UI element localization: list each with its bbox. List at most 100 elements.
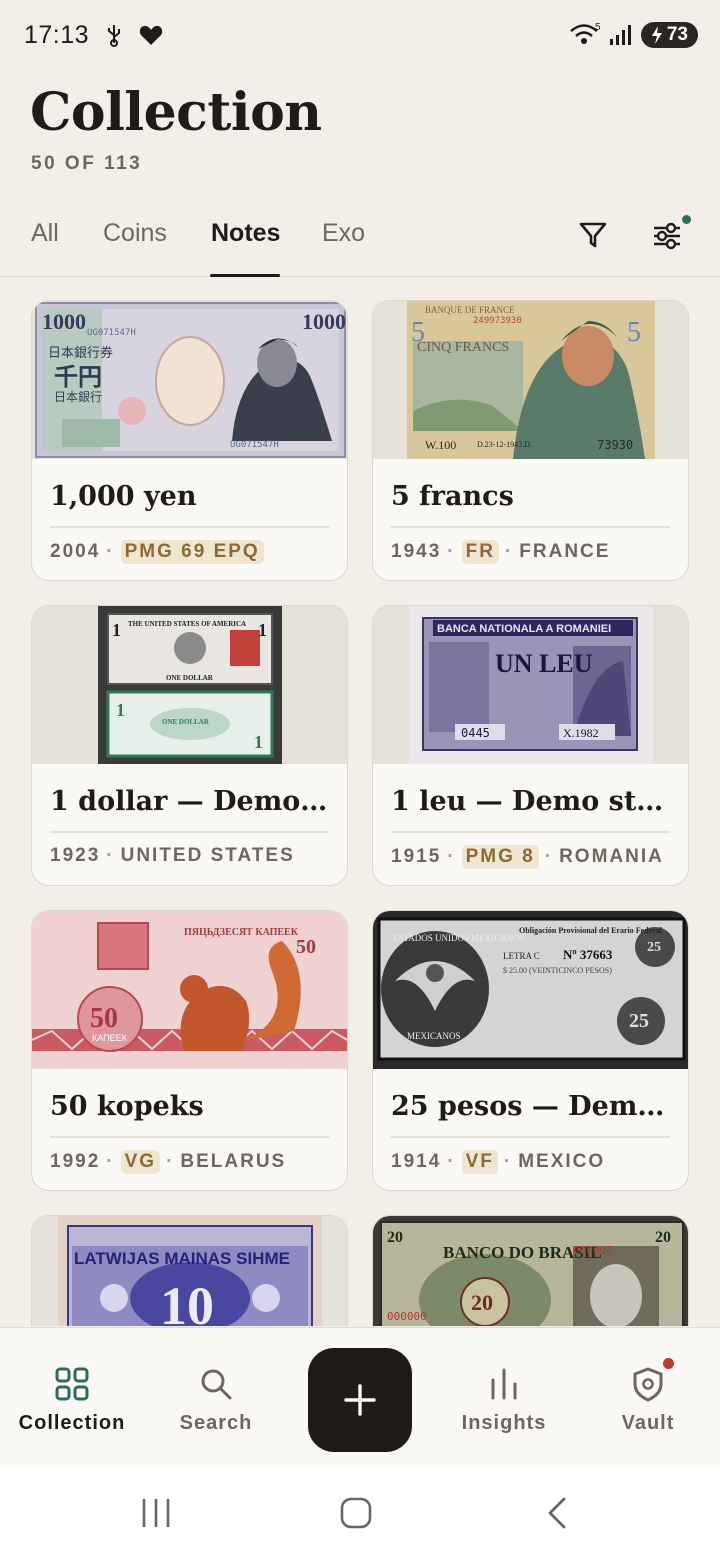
note-image: BANCO DO BRASIL 20 20 20 000000 000000	[373, 1216, 688, 1326]
svg-text:W.100: W.100	[425, 438, 456, 452]
svg-text:1: 1	[254, 732, 263, 752]
note-country: ROMANIA	[559, 846, 664, 867]
note-card[interactable]: LATWIJAS MAINAS SIHME 10	[31, 1215, 348, 1326]
shield-icon	[633, 1367, 663, 1402]
brasil-note-illustration: BANCO DO BRASIL 20 20 20 000000 000000	[373, 1216, 688, 1326]
svg-text:CINQ FRANCS: CINQ FRANCS	[417, 340, 509, 355]
note-year: 2004	[50, 541, 101, 562]
svg-text:25: 25	[629, 1010, 649, 1032]
svg-text:1: 1	[258, 620, 267, 640]
grade-badge: VG	[120, 1150, 161, 1174]
kopeks-note-illustration: ПЯЦЬДЗЕСЯТ КАПЕЕК 50 50 КАПЕЕК	[32, 911, 347, 1069]
nav-vault[interactable]: Vault	[578, 1366, 718, 1435]
divider	[50, 526, 329, 528]
divider	[391, 526, 670, 528]
note-image: THE UNITED STATES OF AMERICA ONE DOLLAR …	[32, 606, 347, 764]
signal-icon	[609, 25, 631, 45]
filter-icon[interactable]	[577, 219, 609, 251]
note-card[interactable]: THE UNITED STATES OF AMERICA ONE DOLLAR …	[31, 605, 348, 886]
nav-insights[interactable]: Insights	[434, 1366, 574, 1435]
tab-all[interactable]: All	[31, 219, 59, 248]
divider	[50, 1136, 329, 1138]
recent-apps-icon[interactable]	[140, 1496, 172, 1530]
note-card[interactable]: BANQUE DE FRANCE 249973930 CINQ FRANCS 5…	[372, 300, 689, 581]
svg-text:X.1982: X.1982	[563, 726, 599, 740]
svg-text:UG071547H: UG071547H	[230, 440, 279, 450]
tab-exo[interactable]: Exo	[322, 219, 365, 248]
note-title: 5 francs	[391, 481, 514, 512]
svg-text:ONE DOLLAR: ONE DOLLAR	[162, 718, 210, 726]
svg-text:千円: 千円	[54, 363, 102, 391]
svg-text:BANCA NATIONALA A ROMANIEI: BANCA NATIONALA A ROMANIEI	[437, 623, 611, 635]
svg-text:1: 1	[116, 700, 125, 720]
svg-text:5: 5	[411, 317, 425, 348]
svg-text:日本銀行券: 日本銀行券	[48, 345, 113, 361]
note-year: 1923	[50, 845, 101, 866]
nav-collection[interactable]: Collection	[2, 1366, 142, 1435]
note-title: 1,000 yen	[50, 481, 197, 512]
vault-alert-dot	[663, 1358, 674, 1369]
svg-text:$ 25.00 (VEINTICINCO PESOS): $ 25.00 (VEINTICINCO PESOS)	[503, 966, 612, 975]
svg-text:5: 5	[627, 317, 641, 348]
note-country: BELARUS	[180, 1151, 287, 1172]
note-card[interactable]: ESTADOS UNIDOS MEXICANOS Obligación Prov…	[372, 910, 689, 1191]
grid-icon	[55, 1367, 89, 1401]
grade-badge: PMG 69 EPQ	[120, 540, 264, 564]
note-year: 1943	[391, 541, 442, 562]
note-image: 1000 1000 UG071547H 日本銀行券 千円 日本銀行 UG0715…	[32, 301, 347, 459]
note-year: 1914	[391, 1151, 442, 1172]
svg-text:КАПЕЕК: КАПЕЕК	[92, 1033, 128, 1043]
note-card[interactable]: ПЯЦЬДЗЕСЯТ КАПЕЕК 50 50 КАПЕЕК 50 kopeks…	[31, 910, 348, 1191]
svg-text:20: 20	[471, 1290, 493, 1315]
svg-text:5: 5	[595, 22, 601, 33]
nav-label: Collection	[18, 1412, 126, 1434]
svg-text:日本銀行: 日本銀行	[54, 390, 102, 404]
collection-count: 50 OF 113	[31, 153, 143, 174]
page-title: Collection	[30, 82, 322, 143]
heart-icon	[139, 25, 163, 45]
latvia-note-illustration: LATWIJAS MAINAS SIHME 10	[58, 1216, 322, 1326]
yen-note-illustration: 1000 1000 UG071547H 日本銀行券 千円 日本銀行 UG0715…	[35, 302, 346, 458]
category-tabs: All Coins Notes Exo	[0, 205, 720, 277]
note-year: 1992	[50, 1151, 101, 1172]
system-navigation-bar	[0, 1468, 720, 1560]
battery-level: 73	[666, 24, 688, 45]
svg-text:1000: 1000	[42, 309, 86, 334]
svg-text:LETRA C: LETRA C	[503, 951, 540, 961]
charging-icon	[651, 26, 662, 44]
svg-text:000000: 000000	[387, 1310, 427, 1323]
note-country: FRANCE	[519, 541, 611, 562]
notes-grid: 1000 1000 UG071547H 日本銀行券 千円 日本銀行 UG0715…	[0, 278, 720, 1326]
note-image: ПЯЦЬДЗЕСЯТ КАПЕЕК 50 50 КАПЕЕК	[32, 911, 347, 1069]
nav-search[interactable]: Search	[146, 1366, 286, 1435]
svg-text:MEXICANOS: MEXICANOS	[407, 1031, 461, 1041]
grade-badge: PMG 8	[461, 845, 539, 869]
note-title: 50 kopeks	[50, 1091, 204, 1122]
svg-text:ONE DOLLAR: ONE DOLLAR	[166, 674, 214, 682]
svg-text:Nº 37663: Nº 37663	[563, 947, 613, 962]
svg-text:ESTADOS UNIDOS MEXICANOS: ESTADOS UNIDOS MEXICANOS	[393, 933, 525, 943]
svg-text:20: 20	[387, 1229, 403, 1246]
sliders-icon[interactable]	[651, 219, 683, 251]
add-item-button[interactable]	[308, 1348, 412, 1452]
svg-text:50: 50	[90, 1003, 118, 1034]
svg-text:LATWIJAS MAINAS SIHME: LATWIJAS MAINAS SIHME	[74, 1249, 290, 1268]
svg-text:D.23-12-1943.D.: D.23-12-1943.D.	[477, 440, 532, 449]
nav-label: Search	[179, 1412, 253, 1434]
note-card[interactable]: 1000 1000 UG071547H 日本銀行券 千円 日本銀行 UG0715…	[31, 300, 348, 581]
svg-text:000000: 000000	[573, 1244, 613, 1257]
note-card[interactable]: BANCA NATIONALA A ROMANIEI UN LEU 0445 X…	[372, 605, 689, 886]
svg-text:10: 10	[160, 1276, 214, 1326]
svg-text:THE UNITED STATES OF AMERICA: THE UNITED STATES OF AMERICA	[128, 620, 246, 628]
svg-text:Obligación Provisional del Era: Obligación Provisional del Erario Federa…	[519, 926, 663, 935]
note-card[interactable]: BANCO DO BRASIL 20 20 20 000000 000000	[372, 1215, 689, 1326]
svg-text:1: 1	[112, 620, 121, 640]
back-icon[interactable]	[544, 1496, 570, 1530]
status-bar: 17:13 5 73	[0, 0, 720, 70]
tab-coins[interactable]: Coins	[103, 219, 167, 248]
divider	[391, 1136, 670, 1138]
home-icon[interactable]	[339, 1496, 373, 1530]
nav-label: Insights	[461, 1412, 547, 1434]
tab-notes[interactable]: Notes	[211, 219, 280, 248]
svg-text:ПЯЦЬДЗЕСЯТ КАПЕЕК: ПЯЦЬДЗЕСЯТ КАПЕЕК	[184, 927, 299, 938]
